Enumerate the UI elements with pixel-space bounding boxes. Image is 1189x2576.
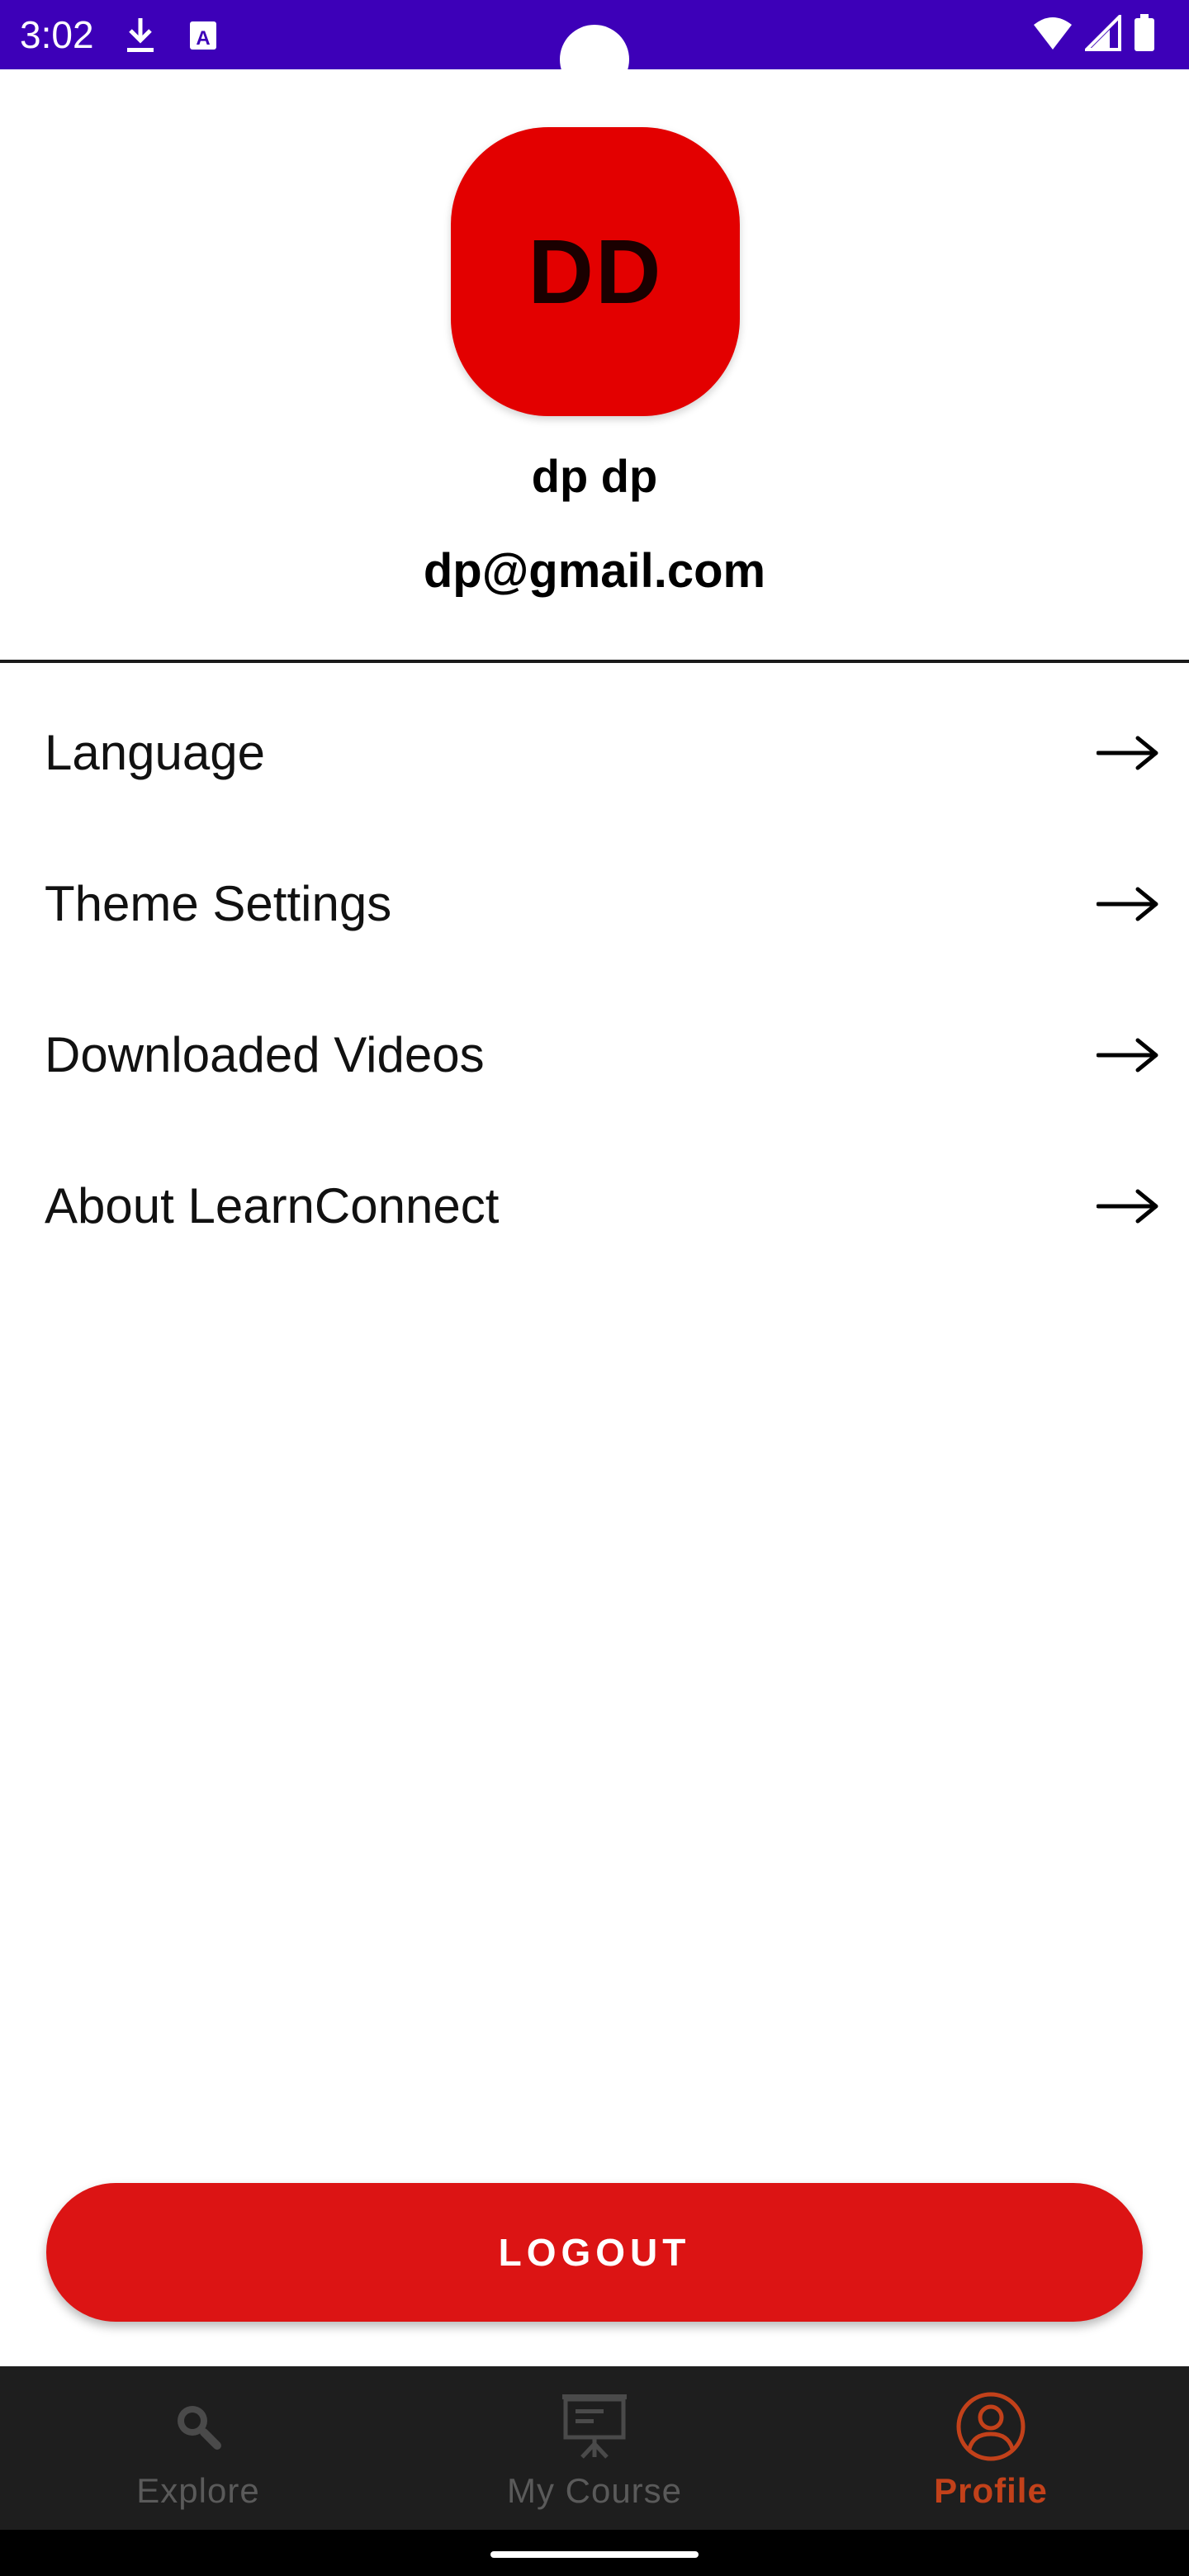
- avatar-initials: DD: [528, 220, 663, 323]
- menu-item-language[interactable]: Language: [0, 677, 1189, 828]
- menu-item-label: Theme Settings: [45, 875, 392, 931]
- wifi-icon: [1032, 15, 1073, 55]
- arrow-right-icon: [1097, 1189, 1158, 1223]
- battery-icon: [1133, 13, 1156, 56]
- arrow-right-icon: [1097, 887, 1158, 921]
- arrow-right-icon: [1097, 1038, 1158, 1072]
- a11y-icon: A: [187, 15, 220, 59]
- menu-item-about[interactable]: About LearnConnect: [0, 1130, 1189, 1281]
- nav-item-my-course[interactable]: My Course: [396, 2366, 793, 2530]
- profile-screen: 3:02 A DD dp dp dp@gmail.com Language Th…: [0, 0, 1189, 2576]
- profile-email: dp@gmail.com: [423, 544, 766, 598]
- nav-item-profile[interactable]: Profile: [793, 2366, 1189, 2530]
- person-circle-icon: [956, 2392, 1026, 2461]
- settings-menu: Language Theme Settings Downloaded Video…: [0, 677, 1189, 1281]
- arrow-right-icon: [1097, 736, 1158, 769]
- menu-item-downloaded-videos[interactable]: Downloaded Videos: [0, 979, 1189, 1130]
- nav-label: My Course: [506, 2471, 683, 2510]
- menu-item-label: Language: [45, 724, 265, 780]
- home-indicator[interactable]: [490, 2551, 699, 2558]
- presentation-board-icon: [562, 2394, 627, 2459]
- menu-item-theme-settings[interactable]: Theme Settings: [0, 828, 1189, 979]
- nav-item-explore[interactable]: Explore: [0, 2366, 396, 2530]
- cell-signal-icon: [1082, 12, 1121, 55]
- gesture-bar: [0, 2530, 1189, 2576]
- search-icon: [178, 2406, 221, 2450]
- logout-button[interactable]: LOGOUT: [46, 2183, 1143, 2322]
- menu-item-label: Downloaded Videos: [45, 1026, 485, 1082]
- download-icon: [124, 15, 157, 59]
- menu-item-label: About LearnConnect: [45, 1177, 500, 1234]
- camera-cutout: [560, 25, 629, 94]
- divider: [0, 660, 1189, 663]
- status-icons: [1032, 12, 1156, 56]
- status-bar: 3:02 A: [0, 0, 1189, 94]
- nav-label: Profile: [934, 2471, 1048, 2510]
- svg-text:A: A: [196, 27, 210, 50]
- logout-label: LOGOUT: [498, 2231, 691, 2274]
- status-time: 3:02: [20, 13, 94, 56]
- profile-name: dp dp: [531, 450, 658, 502]
- nav-label: Explore: [136, 2471, 260, 2510]
- avatar: DD: [451, 127, 740, 416]
- bottom-nav: Explore My Course Profile: [0, 2366, 1189, 2530]
